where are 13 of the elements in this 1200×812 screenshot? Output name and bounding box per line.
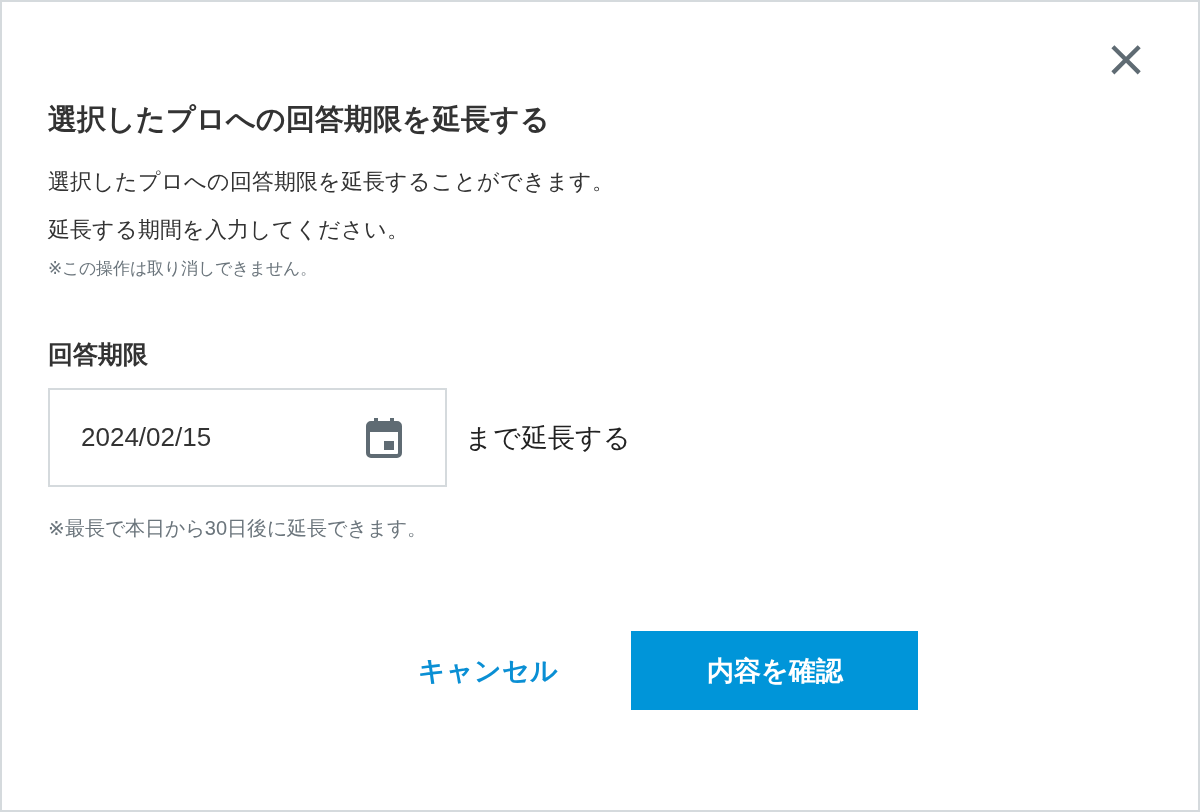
dialog-title: 選択したプロへの回答期限を延長する: [48, 102, 551, 137]
date-field[interactable]: 2024/02/15: [48, 388, 447, 487]
field-label: 回答期限: [48, 339, 149, 370]
confirm-button[interactable]: 内容を確認: [631, 631, 918, 710]
calendar-icon: [365, 416, 403, 459]
suffix-text: まで延長する: [465, 421, 631, 455]
cancel-button[interactable]: キャンセル: [344, 631, 631, 710]
date-value: 2024/02/15: [81, 422, 212, 453]
warning-text: ※この操作は取り消しできません。: [48, 258, 319, 280]
description-text: 延長する期間を入力してください。: [48, 216, 410, 244]
hint-text: ※最長で本日から30日後に延長できます。: [48, 516, 428, 541]
description-text: 選択したプロへの回答期限を延長することができます。: [48, 168, 615, 196]
close-button[interactable]: ×: [1100, 32, 1152, 84]
